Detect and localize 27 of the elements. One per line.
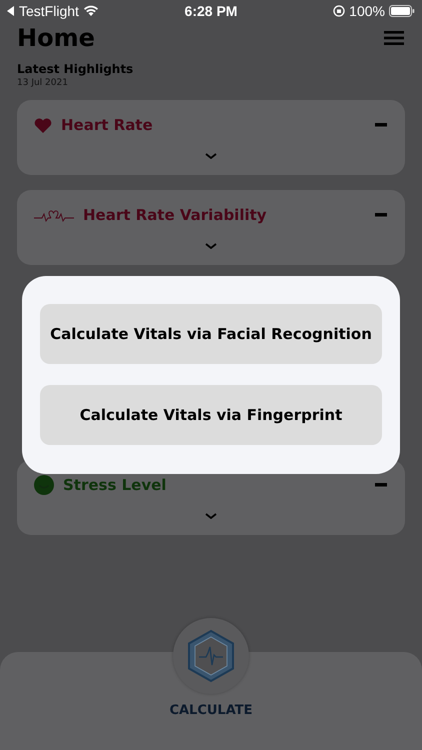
- metric-title: Heart Rate: [61, 116, 154, 134]
- chevron-down-icon[interactable]: [204, 243, 216, 249]
- calculate-label[interactable]: CALCULATE: [169, 703, 253, 718]
- page-title: Home: [17, 24, 95, 52]
- metric-card[interactable]: Heart Rate: [17, 100, 405, 175]
- metric-title: Heart Rate Variability: [83, 206, 268, 224]
- heart-icon: [34, 118, 52, 132]
- chevron-down-icon[interactable]: [204, 513, 216, 519]
- back-app-link[interactable]: TestFlight: [19, 3, 79, 19]
- section-heading: Latest Highlights: [17, 62, 134, 76]
- battery-icon: [388, 5, 415, 17]
- battery-percent: 100%: [349, 3, 385, 19]
- minus-icon[interactable]: [375, 123, 387, 127]
- clock-time: 6:28 PM: [184, 3, 238, 19]
- wifi-icon: [82, 5, 99, 17]
- back-icon[interactable]: [7, 6, 15, 16]
- minus-icon[interactable]: [375, 213, 387, 217]
- calculate-option-button[interactable]: Calculate Vitals via Fingerprint: [40, 385, 382, 445]
- metric-title: Stress Level: [63, 476, 168, 494]
- calculate-option-button[interactable]: Calculate Vitals via Facial Recognition: [40, 304, 382, 364]
- date-label: 13 Jul 2021: [17, 78, 69, 88]
- menu-icon[interactable]: [384, 31, 404, 45]
- metric-card[interactable]: Heart Rate Variability: [17, 190, 405, 265]
- smiley-icon: [34, 475, 54, 495]
- minus-icon[interactable]: [375, 483, 387, 487]
- chevron-down-icon[interactable]: [204, 153, 216, 159]
- orientation-lock-icon: [333, 5, 346, 17]
